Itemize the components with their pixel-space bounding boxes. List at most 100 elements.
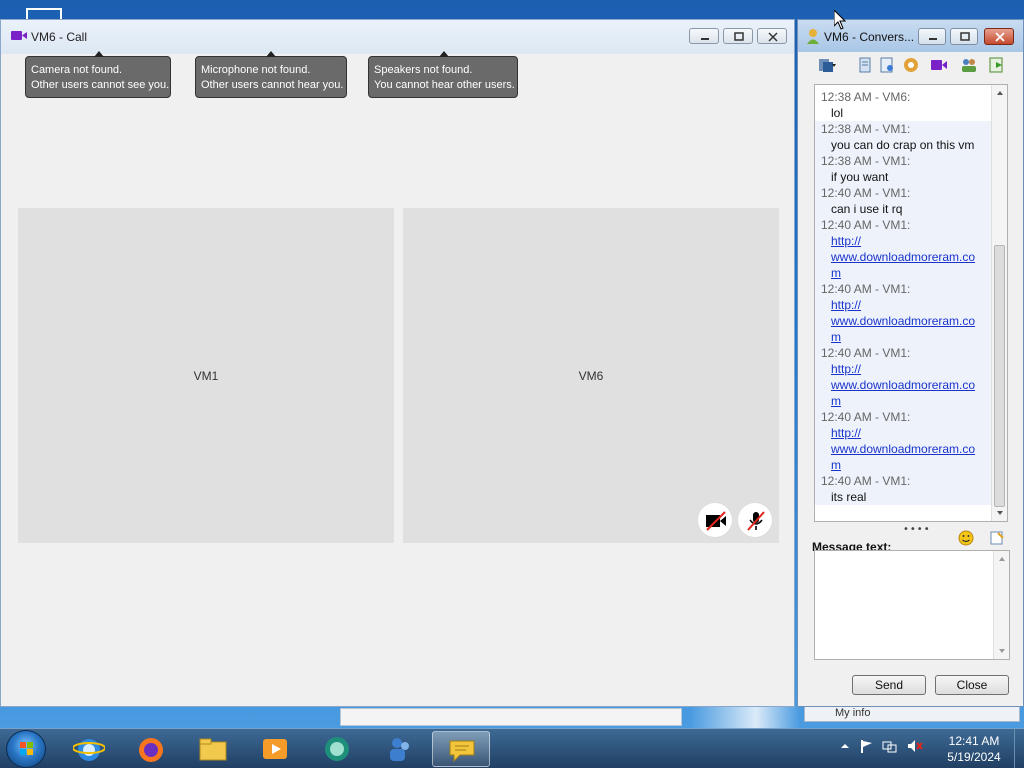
scroll-up-icon[interactable] xyxy=(994,553,1010,565)
maximize-button[interactable] xyxy=(950,28,978,45)
exit-conversation-icon[interactable] xyxy=(988,56,1006,74)
conversation-titlebar[interactable]: VM6 - Convers... xyxy=(798,20,1023,52)
folder-icon xyxy=(199,738,227,761)
message-link[interactable]: http:// www.downloadmoreram.co m xyxy=(831,233,993,281)
link-line: http:// xyxy=(831,362,862,376)
message-timestamp-sender: 12:40 AM - VM1: xyxy=(821,346,911,360)
message-input[interactable] xyxy=(814,550,1010,660)
tile-label: VM6 xyxy=(578,368,604,383)
file-transfer-icon[interactable] xyxy=(818,56,836,74)
link-line: http:// xyxy=(831,298,862,312)
taskbar-messenger-app[interactable] xyxy=(308,731,366,767)
input-scrollbar[interactable] xyxy=(993,551,1009,659)
minimize-button[interactable] xyxy=(689,28,719,44)
taskbar-media-player[interactable] xyxy=(246,731,304,767)
message-link[interactable]: http:// www.downloadmoreram.co m xyxy=(831,425,993,473)
volume-muted-icon[interactable] xyxy=(907,739,923,753)
internet-explorer-icon xyxy=(73,739,105,761)
conversation-window: VM6 - Convers... 12:38 AM - VM6: lol 12:… xyxy=(797,19,1024,707)
taskbar-contacts[interactable] xyxy=(370,731,428,767)
chat-scrollbar[interactable] xyxy=(991,85,1007,521)
video-camera-icon xyxy=(11,31,27,40)
action-center-flag-icon[interactable] xyxy=(859,739,873,753)
video-tile-vm6[interactable]: VM6 xyxy=(403,208,779,543)
contact-info-icon[interactable] xyxy=(878,56,896,74)
taskbar-internet-explorer[interactable] xyxy=(60,731,118,767)
message-link[interactable]: http:// www.downloadmoreram.co m xyxy=(831,361,993,409)
message-list: 12:38 AM - VM6: lol 12:38 AM - VM1: you can… xyxy=(815,85,993,505)
video-call-icon[interactable] xyxy=(930,56,948,74)
taskbar-chat-active[interactable] xyxy=(432,731,490,767)
notice-detail: You cannot hear other users. xyxy=(374,79,515,91)
show-desktop-button[interactable] xyxy=(1014,729,1024,768)
background-window-status: My info xyxy=(804,706,1020,722)
link-line: www.downloadmoreram.co xyxy=(831,250,976,264)
link-line: www.downloadmoreram.co xyxy=(831,314,976,328)
tile-label: VM1 xyxy=(193,368,219,383)
minimize-icon xyxy=(701,38,709,40)
notice-title: Microphone not found. xyxy=(201,64,311,76)
chat-message: 12:38 AM - VM1: you can do crap on this v… xyxy=(815,121,993,153)
close-icon xyxy=(995,32,1005,42)
maximize-button[interactable] xyxy=(723,28,753,44)
notice-title: Speakers not found. xyxy=(374,64,473,76)
message-link-text: http:// www.downloadmoreram.co m xyxy=(815,361,993,409)
chat-message: 12:40 AM - VM1: http:// www.downloadmorera… xyxy=(815,409,993,473)
clock-time: 12:41 AM xyxy=(948,734,1000,748)
taskbar-firefox[interactable] xyxy=(122,731,180,767)
message-timestamp-sender: 12:38 AM - VM1: xyxy=(821,154,911,168)
scroll-down-icon[interactable] xyxy=(992,507,1008,519)
video-tile-vm1[interactable]: VM1 xyxy=(18,208,394,543)
link-line: www.downloadmoreram.co xyxy=(831,378,976,392)
emoticon-icon[interactable] xyxy=(958,530,974,546)
close-button[interactable] xyxy=(984,28,1014,45)
microphone-off-icon xyxy=(747,511,765,531)
scroll-up-icon[interactable] xyxy=(992,87,1008,99)
chat-message: 12:40 AM - VM1: http:// www.downloadmorera… xyxy=(815,217,993,281)
mouse-cursor-icon xyxy=(834,10,846,30)
message-text: if you want xyxy=(831,170,889,184)
maximize-icon xyxy=(960,32,970,41)
message-timestamp-sender: 12:40 AM - VM1: xyxy=(821,186,911,200)
chat-message: 12:40 AM - VM1: http:// www.downloadmorera… xyxy=(815,345,993,409)
send-button[interactable]: Send xyxy=(852,675,926,695)
message-link-text: http:// www.downloadmoreram.co m xyxy=(815,425,993,473)
splitter-handle[interactable]: •••• xyxy=(903,524,931,535)
link-line: m xyxy=(831,458,841,472)
chat-history[interactable]: 12:38 AM - VM6: lol 12:38 AM - VM1: you can… xyxy=(814,84,1008,522)
chat-message: 12:38 AM - VM1: if you want xyxy=(815,153,993,185)
close-button[interactable] xyxy=(757,28,787,44)
message-text: you can do crap on this vm xyxy=(831,138,975,152)
taskbar-explorer[interactable] xyxy=(184,731,242,767)
message-link[interactable]: http:// www.downloadmoreram.co m xyxy=(831,297,993,345)
minimize-button[interactable] xyxy=(918,28,946,45)
show-hidden-icons-icon[interactable] xyxy=(840,741,850,751)
invite-contacts-icon[interactable] xyxy=(960,56,978,74)
call-window-title: VM6 - Call xyxy=(31,30,88,44)
message-timestamp-sender: 12:38 AM - VM1: xyxy=(821,122,911,136)
microphone-off-button[interactable] xyxy=(737,502,773,538)
history-icon[interactable] xyxy=(856,56,874,74)
link-line: www.downloadmoreram.co xyxy=(831,442,976,456)
message-format-icon[interactable] xyxy=(989,530,1005,546)
settings-gear-icon[interactable] xyxy=(902,56,920,74)
camera-off-button[interactable] xyxy=(697,502,733,538)
close-icon xyxy=(768,32,778,42)
background-window-edge xyxy=(340,708,682,726)
message-text: can i use it rq xyxy=(831,202,903,216)
notice-detail: Other users cannot hear you. xyxy=(201,79,344,91)
scrollbar-thumb[interactable] xyxy=(994,245,1005,507)
maximize-icon xyxy=(734,32,744,41)
windows-logo-icon xyxy=(20,742,33,755)
message-text: lol xyxy=(831,106,844,120)
close-conversation-button[interactable]: Close xyxy=(935,675,1009,695)
scroll-down-icon[interactable] xyxy=(994,645,1010,657)
call-titlebar[interactable]: VM6 - Call xyxy=(1,20,794,54)
network-icon[interactable] xyxy=(882,739,898,753)
message-timestamp-sender: 12:38 AM - VM6: xyxy=(821,90,911,104)
start-button[interactable] xyxy=(6,730,46,768)
link-line: m xyxy=(831,266,841,280)
system-clock[interactable]: 12:41 AM 5/19/2024 xyxy=(938,733,1010,765)
microphone-not-found-notice: Microphone not found. Other users cannot… xyxy=(195,51,347,98)
minimize-icon xyxy=(929,38,937,40)
